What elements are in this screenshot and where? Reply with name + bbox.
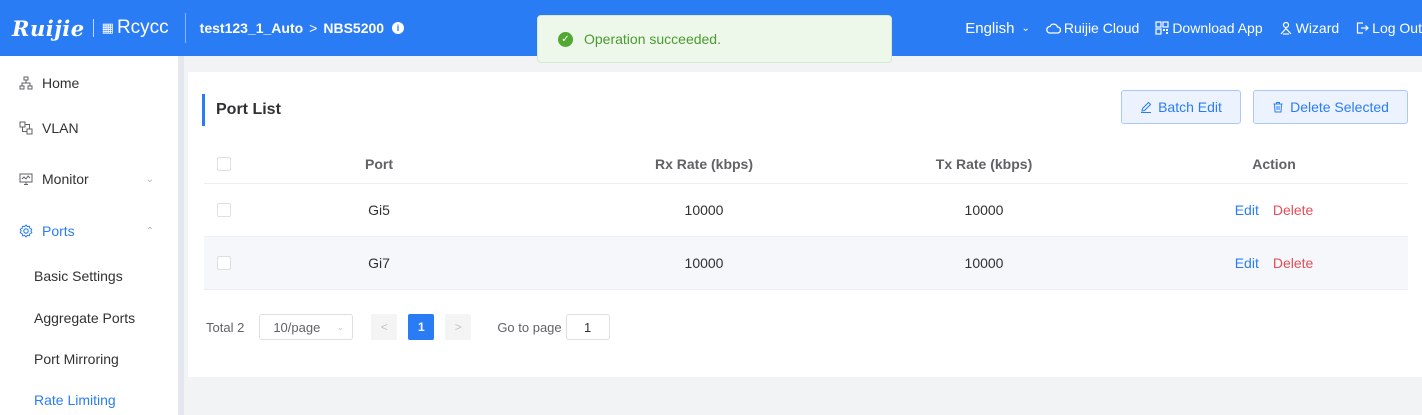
table-header: Port Rx Rate (kbps) Tx Rate (kbps) Actio… [204, 144, 1408, 184]
pagination: Total 2 10/page ⌄ < 1 > Go to page 1 [206, 314, 610, 340]
wizard-link[interactable]: Wizard [1279, 20, 1340, 36]
cell-port: Gi7 [368, 255, 390, 271]
sidebar-item-home[interactable]: Home [0, 72, 178, 94]
delete-selected-button[interactable]: Delete Selected [1253, 90, 1408, 124]
chevron-down-icon: ⌄ [145, 173, 154, 185]
cell-rx-rate: 10000 [684, 255, 724, 271]
logout-link[interactable]: Log Out [1355, 20, 1422, 36]
sidebar-subitem-aggregate-ports[interactable]: Aggregate Ports [34, 310, 135, 326]
row-checkbox[interactable] [217, 256, 231, 270]
sidebar-item-ports[interactable]: Ports ⌃ [0, 220, 178, 242]
language-label: English [965, 19, 1015, 37]
info-icon[interactable]: i [392, 22, 405, 34]
page-size-select[interactable]: 10/page ⌄ [259, 314, 354, 340]
sidebar-subitem-basic-settings[interactable]: Basic Settings [34, 268, 123, 284]
wizard-label: Wizard [1295, 20, 1340, 36]
language-select[interactable]: English ⌄ [965, 20, 1030, 37]
toast-message: Operation succeeded. [584, 31, 721, 47]
download-app-label: Download App [1172, 20, 1263, 36]
cell-tx-rate: 10000 [964, 255, 1004, 271]
sidebar-scrollbar[interactable] [178, 56, 184, 415]
rcycc-logo: ▦ Rcycc [102, 17, 169, 39]
ruijie-cloud-label: Ruijie Cloud [1063, 20, 1140, 36]
breadcrumb-device[interactable]: NBS5200 [323, 20, 384, 36]
check-circle-icon: ✓ [558, 31, 573, 47]
trash-icon [1273, 102, 1283, 113]
brand: Ruijie ▦ Rcycc [0, 0, 169, 56]
wizard-icon [1280, 21, 1292, 35]
column-header-tx-rate: Tx Rate (kbps) [935, 155, 1033, 172]
column-header-port: Port [365, 155, 393, 172]
delete-link[interactable]: Delete [1273, 255, 1313, 271]
ruijie-logo: Ruijie [12, 15, 85, 41]
sidebar-item-label: Monitor [42, 171, 89, 187]
sidebar-item-vlan[interactable]: VLAN [0, 117, 178, 139]
edit-icon [1141, 101, 1152, 113]
column-header-rx-rate: Rx Rate (kbps) [654, 155, 754, 172]
row-checkbox[interactable] [217, 203, 231, 217]
goto-page-input[interactable]: 1 [565, 314, 610, 340]
sidebar-item-label: Ports [42, 223, 75, 239]
success-toast: ✓ Operation succeeded. [537, 15, 892, 63]
batch-edit-button[interactable]: Batch Edit [1121, 90, 1241, 124]
cell-action: Edit Delete [1184, 202, 1364, 218]
cell-port: Gi5 [368, 202, 390, 218]
cell-tx-rate: 10000 [964, 202, 1004, 218]
port-table: Port Rx Rate (kbps) Tx Rate (kbps) Actio… [204, 144, 1408, 290]
network-icon [18, 76, 34, 90]
batch-edit-label: Batch Edit [1158, 99, 1222, 115]
sidebar-subitem-port-mirroring[interactable]: Port Mirroring [34, 351, 119, 367]
sidebar-item-monitor[interactable]: Monitor ⌄ [0, 168, 178, 190]
page-number-button[interactable]: 1 [408, 314, 435, 340]
chevron-down-icon: ⌄ [1021, 22, 1030, 34]
port-list-card: Port List Batch Edit Delete Selected Por… [188, 72, 1422, 377]
logout-icon [1357, 22, 1370, 34]
header-actions: English ⌄ Ruijie Cloud Download App Wiza… [965, 0, 1422, 56]
download-app-link[interactable]: Download App [1155, 20, 1263, 36]
rcycc-logo-text: Rcycc [116, 17, 169, 38]
cloud-icon [1046, 23, 1061, 34]
next-page-button[interactable]: > [445, 314, 472, 340]
page-size-value: 10/page [273, 319, 321, 335]
breadcrumb: test123_1_Auto > NBS5200 i [200, 20, 405, 36]
edit-link[interactable]: Edit [1235, 202, 1259, 218]
edit-link[interactable]: Edit [1235, 255, 1259, 271]
logo-separator [92, 19, 94, 37]
vlan-icon [18, 121, 34, 135]
goto-label: Go to page [497, 319, 562, 335]
cell-action: Edit Delete [1184, 255, 1364, 271]
chevron-down-icon: ⌄ [336, 321, 345, 332]
gear-icon [18, 224, 34, 238]
qrcode-icon [1155, 21, 1169, 35]
table-row: Gi7 10000 10000 Edit Delete [204, 237, 1408, 290]
page-title: Port List [202, 94, 281, 126]
sidebar-item-label: Home [42, 75, 80, 91]
delete-selected-label: Delete Selected [1290, 99, 1389, 115]
cell-rx-rate: 10000 [684, 202, 724, 218]
column-header-action: Action [1252, 155, 1296, 172]
delete-link[interactable]: Delete [1273, 202, 1313, 218]
prev-page-button[interactable]: < [371, 314, 398, 340]
monitor-icon [18, 172, 34, 186]
breadcrumb-project[interactable]: test123_1_Auto [200, 20, 304, 36]
logout-label: Log Out [1372, 20, 1422, 36]
table-row: Gi5 10000 10000 Edit Delete [204, 184, 1408, 237]
ruijie-cloud-link[interactable]: Ruijie Cloud [1046, 20, 1139, 36]
sidebar: Home VLAN Monitor ⌄ Ports ⌃ Basic Settin… [0, 56, 178, 415]
header-divider [184, 13, 186, 43]
sidebar-item-label: VLAN [42, 120, 79, 136]
sidebar-subitem-rate-limiting[interactable]: Rate Limiting [34, 392, 116, 408]
pagination-total: Total 2 [206, 319, 245, 335]
chevron-right-icon: > [309, 20, 318, 36]
rcycc-mark-icon: ▦ [101, 20, 114, 35]
chevron-up-icon: ⌃ [145, 225, 154, 237]
select-all-checkbox[interactable] [217, 156, 231, 171]
